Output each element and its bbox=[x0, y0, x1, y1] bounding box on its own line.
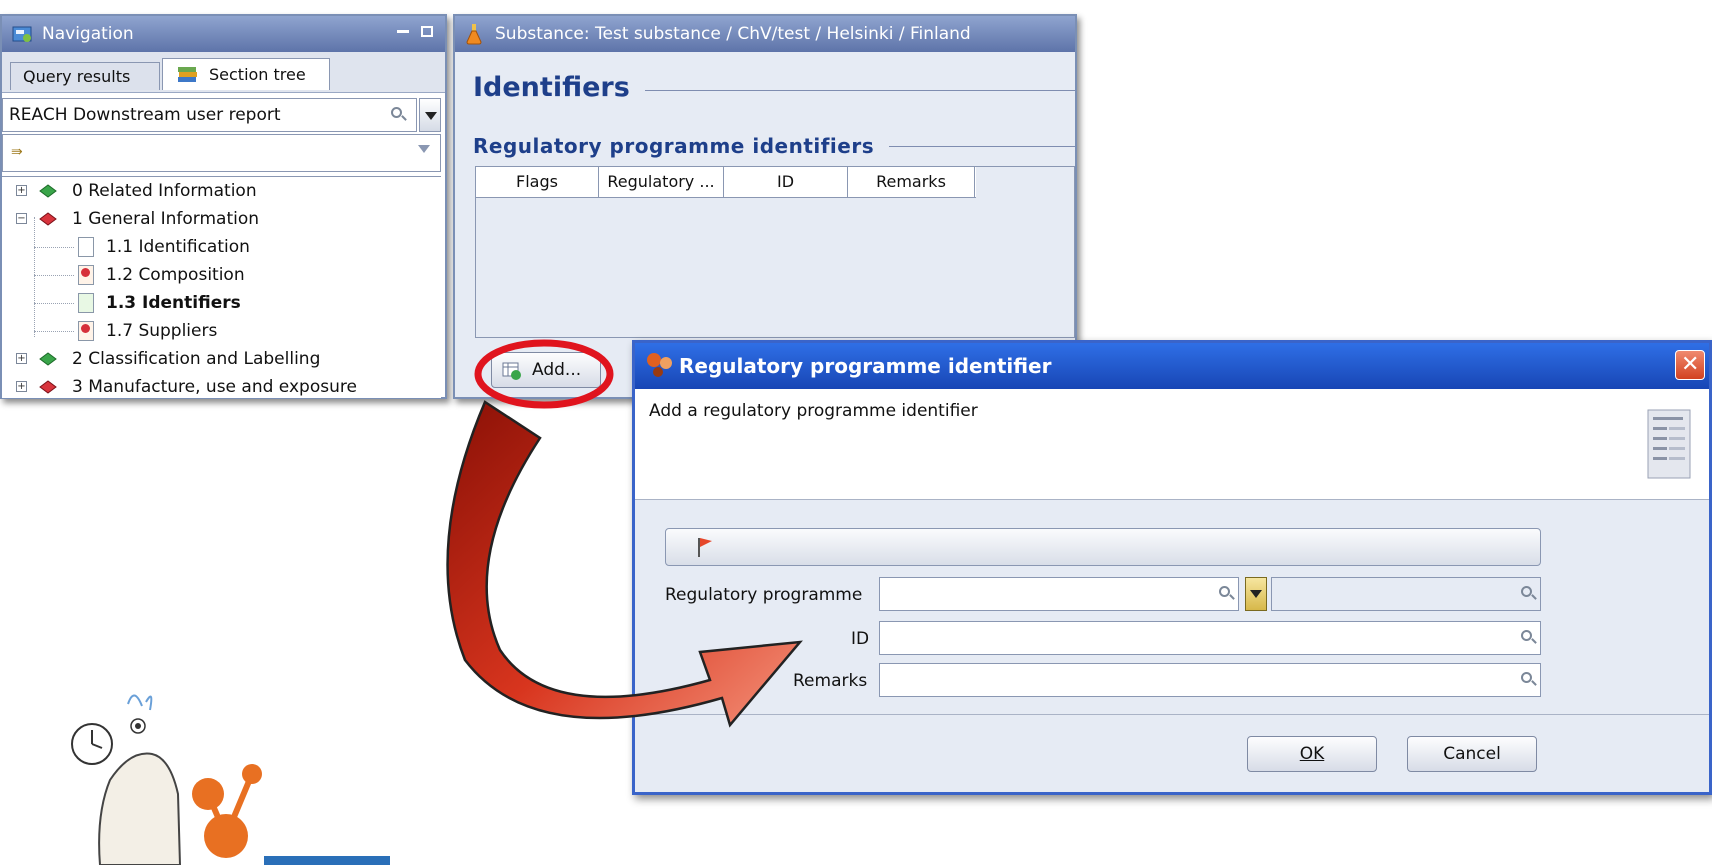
tree-item-suppliers[interactable]: 1.7 Suppliers bbox=[16, 319, 436, 345]
column-header-regulatory[interactable]: Regulatory ... bbox=[599, 167, 724, 197]
red-book-icon bbox=[39, 212, 57, 226]
search-icon[interactable] bbox=[1219, 586, 1230, 597]
red-book-icon bbox=[39, 380, 57, 394]
section-tree: + 0 Related Information − 1 General Info… bbox=[2, 176, 441, 398]
dialog-title: Regulatory programme identifier bbox=[679, 354, 1052, 378]
iuclid-logo-icon bbox=[647, 353, 672, 377]
filter-icon: ⇛ bbox=[11, 144, 23, 160]
id-input[interactable] bbox=[879, 621, 1541, 655]
tree-item-classification[interactable]: + 2 Classification and Labelling bbox=[16, 347, 436, 373]
tree-item-general-information[interactable]: − 1 General Information bbox=[16, 207, 436, 233]
green-book-icon bbox=[39, 184, 57, 198]
filter-input[interactable]: ⇛ bbox=[2, 134, 441, 172]
tree-item-related-information[interactable]: + 0 Related Information bbox=[16, 179, 436, 205]
navigation-panel: Navigation Query results Section tree RE… bbox=[0, 14, 447, 399]
chevron-down-icon bbox=[1250, 590, 1262, 598]
tree-item-composition[interactable]: 1.2 Composition bbox=[16, 263, 436, 289]
books-icon bbox=[178, 67, 197, 82]
maximize-icon[interactable] bbox=[421, 26, 433, 37]
column-header-flags[interactable]: Flags bbox=[476, 167, 599, 197]
tree-connector bbox=[34, 247, 74, 248]
substance-titlebar: Substance: Test substance / ChV/test / H… bbox=[455, 16, 1075, 52]
tree-connector bbox=[34, 331, 74, 332]
regulatory-identifiers-subheading: Regulatory programme identifiers bbox=[473, 134, 875, 158]
report-dropdown-button[interactable] bbox=[419, 98, 441, 132]
ok-button[interactable]: OK bbox=[1247, 736, 1377, 772]
tree-connector bbox=[34, 275, 74, 276]
tab-section-tree[interactable]: Section tree bbox=[162, 58, 330, 90]
identifiers-table[interactable]: Flags Regulatory ... ID Remarks bbox=[475, 166, 1075, 338]
chevron-down-icon bbox=[425, 112, 437, 120]
search-icon[interactable] bbox=[1521, 630, 1532, 641]
heading-rule bbox=[645, 90, 1075, 91]
tree-item-identification[interactable]: 1.1 Identification bbox=[16, 235, 436, 261]
collapse-icon[interactable]: − bbox=[16, 213, 27, 224]
regulatory-programme-dropdown[interactable] bbox=[1245, 577, 1267, 611]
navigation-icon bbox=[12, 26, 32, 42]
tree-item-manufacture[interactable]: + 3 Manufacture, use and exposure bbox=[16, 375, 436, 401]
report-select[interactable]: REACH Downstream user report bbox=[2, 98, 417, 132]
table-header: Flags Regulatory ... ID Remarks bbox=[476, 167, 976, 198]
warning-document-icon bbox=[78, 265, 94, 285]
regulatory-programme-input[interactable] bbox=[879, 577, 1239, 611]
identifiers-heading: Identifiers bbox=[473, 72, 630, 103]
warning-document-icon bbox=[78, 321, 94, 341]
expand-icon[interactable]: + bbox=[16, 353, 27, 364]
close-icon: ✕ bbox=[1681, 352, 1700, 377]
search-icon[interactable] bbox=[1521, 672, 1532, 683]
green-book-icon bbox=[39, 352, 57, 366]
navigation-title: Navigation bbox=[42, 24, 134, 44]
remarks-input[interactable] bbox=[879, 663, 1541, 697]
column-header-remarks[interactable]: Remarks bbox=[848, 167, 975, 197]
column-header-id[interactable]: ID bbox=[724, 167, 848, 197]
search-icon[interactable] bbox=[391, 107, 402, 118]
tab-query-results[interactable]: Query results bbox=[10, 62, 160, 90]
iuclid-mascot-logo bbox=[71, 694, 390, 865]
minimize-icon[interactable] bbox=[397, 30, 409, 33]
tree-connector bbox=[34, 303, 74, 304]
expand-icon[interactable]: + bbox=[16, 381, 27, 392]
search-icon[interactable] bbox=[1521, 586, 1532, 597]
form-icon bbox=[1647, 409, 1691, 479]
close-button[interactable]: ✕ bbox=[1675, 350, 1705, 380]
filter-dropdown-icon[interactable] bbox=[418, 145, 430, 153]
document-icon bbox=[78, 237, 94, 257]
flask-icon bbox=[466, 24, 482, 45]
substance-title: Substance: Test substance / ChV/test / H… bbox=[495, 24, 971, 44]
navigation-tabs: Query results Section tree bbox=[2, 52, 445, 93]
expand-icon[interactable]: + bbox=[16, 185, 27, 196]
subheading-rule bbox=[889, 146, 1075, 147]
tree-item-identifiers[interactable]: 1.3 Identifiers bbox=[16, 291, 436, 317]
document-icon bbox=[78, 293, 94, 313]
curved-arrow bbox=[446, 400, 803, 728]
navigation-titlebar: Navigation bbox=[2, 16, 445, 52]
cancel-button[interactable]: Cancel bbox=[1407, 736, 1537, 772]
regulatory-programme-other-input[interactable] bbox=[1271, 577, 1541, 611]
